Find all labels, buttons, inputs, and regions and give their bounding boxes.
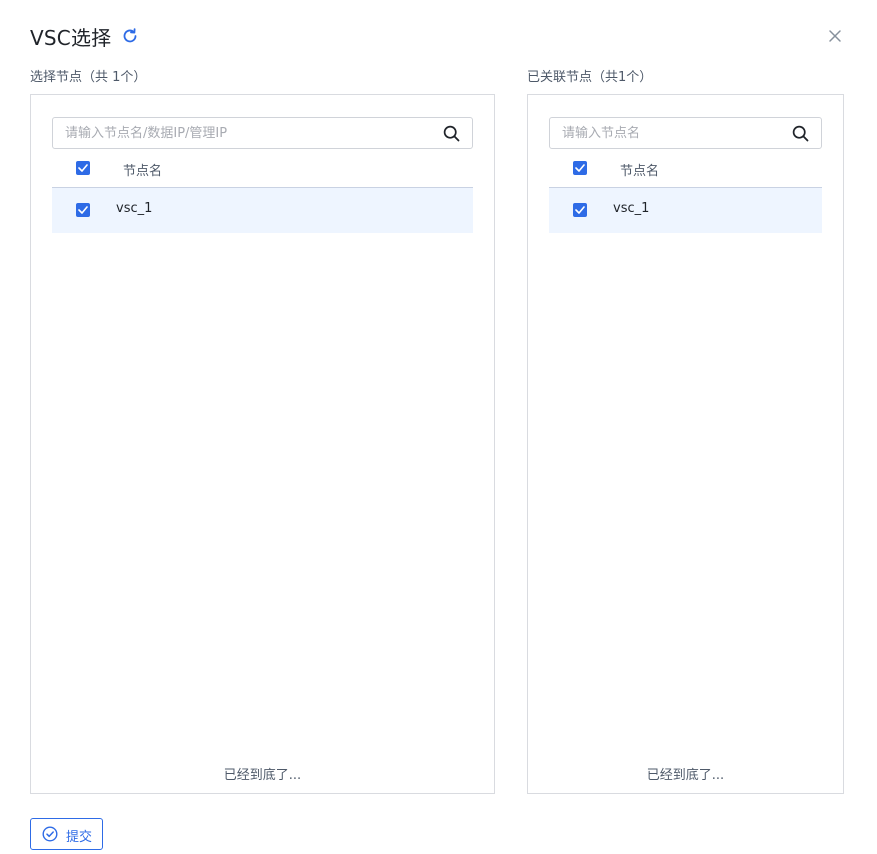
submit-button[interactable]: 提交 (30, 818, 103, 850)
table-row[interactable]: vsc_1 (52, 188, 473, 233)
column-header-node-name: 节点名 (123, 164, 163, 179)
right-search-input[interactable] (550, 118, 821, 148)
table-row[interactable]: vsc_1 (549, 188, 822, 233)
list-end-text: 已经到底了... (223, 768, 302, 783)
check-icon (575, 164, 585, 172)
submit-label: 提交 (66, 830, 93, 845)
available-nodes-panel: 节点名 vsc_1 已经到底了... (30, 94, 495, 794)
dialog-title: VSC选择 (30, 26, 112, 50)
check-icon (78, 206, 88, 214)
node-name-cell: vsc_1 (613, 201, 650, 216)
select-all-checkbox[interactable] (573, 161, 587, 175)
search-icon[interactable] (443, 125, 460, 142)
refresh-icon[interactable] (121, 27, 139, 45)
close-icon[interactable] (827, 28, 843, 44)
associated-nodes-panel: 节点名 vsc_1 已经到底了... (527, 94, 844, 794)
right-search-box (549, 117, 822, 149)
row-checkbox[interactable] (573, 203, 587, 217)
check-icon (78, 164, 88, 172)
node-name-cell: vsc_1 (116, 201, 153, 216)
column-header-node-name: 节点名 (620, 164, 660, 179)
check-icon (575, 206, 585, 214)
left-panel-label: 选择节点（共 1个） (30, 70, 147, 85)
table-header: 节点名 (549, 151, 822, 188)
search-icon[interactable] (792, 125, 809, 142)
left-search-box (52, 117, 473, 149)
list-end-text: 已经到底了... (646, 768, 725, 783)
right-node-table: 节点名 vsc_1 (549, 151, 822, 233)
select-all-checkbox[interactable] (76, 161, 90, 175)
row-checkbox[interactable] (76, 203, 90, 217)
left-search-input[interactable] (53, 118, 472, 148)
check-circle-icon (42, 826, 58, 842)
left-node-table: 节点名 vsc_1 (52, 151, 473, 233)
right-panel-label: 已关联节点（共1个） (527, 70, 653, 85)
table-header: 节点名 (52, 151, 473, 188)
